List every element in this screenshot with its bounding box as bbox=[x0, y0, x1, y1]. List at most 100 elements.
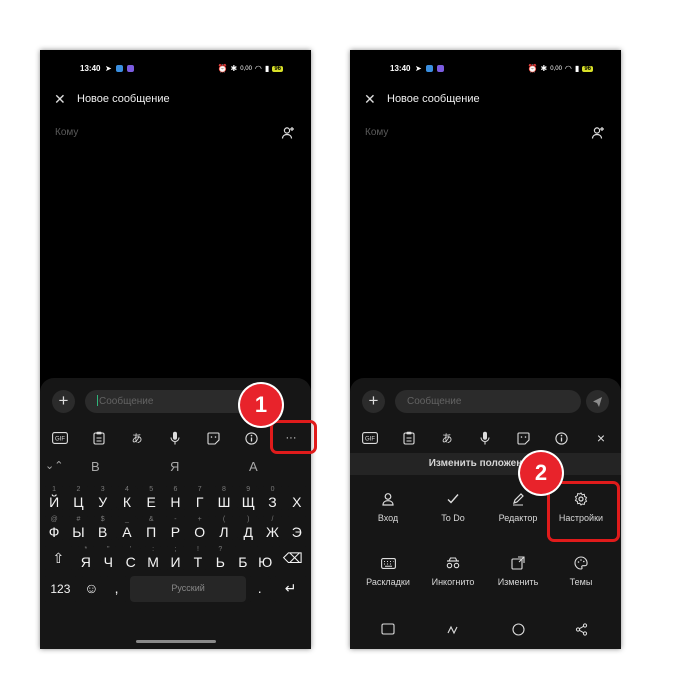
info-icon[interactable] bbox=[551, 428, 571, 448]
letter-key[interactable]: Б bbox=[232, 546, 253, 570]
clipboard-icon[interactable] bbox=[399, 428, 419, 448]
letter-key[interactable]: _ А bbox=[115, 516, 139, 540]
text-cursor bbox=[97, 395, 98, 406]
info-icon[interactable] bbox=[241, 428, 261, 448]
letter-key[interactable]: + О bbox=[188, 516, 211, 540]
keyboard-toolbar: GIF あ × bbox=[350, 428, 621, 448]
layouts-tile[interactable]: Раскладки bbox=[353, 552, 423, 594]
menu-tile-partial[interactable] bbox=[546, 618, 616, 638]
letter-key[interactable]: ' С bbox=[120, 546, 141, 570]
letter-key[interactable]: (Л bbox=[212, 516, 236, 540]
sticker-icon[interactable] bbox=[513, 428, 533, 448]
attach-button[interactable]: + bbox=[52, 390, 75, 413]
letter-key[interactable]: -Р bbox=[164, 516, 187, 540]
letter-key[interactable]: 0З bbox=[261, 486, 284, 510]
letter-key[interactable]: 7Г bbox=[188, 486, 211, 510]
emoji-key[interactable]: ☺ bbox=[79, 576, 103, 602]
page-title: Новое сообщение bbox=[387, 93, 480, 105]
letter-key[interactable]: :М bbox=[142, 546, 164, 570]
menu-tile-partial[interactable] bbox=[483, 618, 553, 638]
close-icon[interactable]: ✕ bbox=[364, 91, 376, 108]
screenshot-icon bbox=[353, 618, 423, 640]
letter-key[interactable]: " Ч bbox=[98, 546, 119, 570]
tile-label: Инкогнито bbox=[431, 577, 475, 587]
wifi-icon: ◠ bbox=[254, 64, 262, 73]
app-notification-icon bbox=[116, 65, 123, 72]
phone-screen-left: 13:40 ➤ ⏰ ✱ 0,00 ◠ ▮ 96 ✕ Новое сообщени… bbox=[40, 50, 311, 649]
letter-key[interactable]: ; И bbox=[165, 546, 186, 570]
close-menu-button[interactable]: × bbox=[591, 428, 611, 448]
letter-key[interactable]: & П bbox=[140, 516, 163, 540]
attach-button[interactable]: + bbox=[362, 390, 385, 413]
microphone-icon[interactable] bbox=[165, 428, 185, 448]
letter-key[interactable]: ! Т bbox=[187, 546, 209, 570]
editor-tile[interactable]: Редактор bbox=[483, 488, 553, 530]
suggestion-item[interactable]: В bbox=[91, 459, 100, 474]
themes-tile[interactable]: Темы bbox=[546, 552, 616, 594]
letter-key[interactable]: $ В bbox=[91, 516, 114, 540]
letter-key[interactable]: Ю bbox=[255, 546, 276, 570]
step-badge-1: 1 bbox=[240, 384, 282, 426]
gif-button[interactable]: GIF bbox=[50, 428, 70, 448]
close-icon[interactable]: ✕ bbox=[54, 91, 66, 108]
letter-key[interactable]: Э bbox=[285, 516, 308, 540]
letter-key[interactable]: * Я bbox=[75, 546, 97, 570]
letter-key[interactable]: 8Ш bbox=[212, 486, 236, 510]
add-contact-icon[interactable] bbox=[281, 126, 295, 145]
sticker-icon[interactable] bbox=[203, 428, 223, 448]
letter-key[interactable]: @ Ф bbox=[43, 516, 66, 540]
gif-button[interactable]: GIF bbox=[360, 428, 380, 448]
login-tile[interactable]: Вход bbox=[353, 488, 423, 530]
letter-key[interactable]: / Ж bbox=[261, 516, 284, 540]
collapse-keyboard-icon[interactable]: ⌄⌃ bbox=[45, 459, 63, 472]
send-button[interactable] bbox=[586, 390, 609, 413]
letter-key[interactable]: 9Щ bbox=[237, 486, 260, 510]
translate-icon[interactable]: あ bbox=[437, 428, 457, 448]
microphone-icon[interactable] bbox=[475, 428, 495, 448]
clipboard-icon[interactable] bbox=[89, 428, 109, 448]
compose-header: ✕ Новое сообщение bbox=[350, 90, 621, 108]
numbers-key[interactable]: 123 bbox=[43, 576, 78, 602]
recipient-placeholder: Кому bbox=[55, 127, 79, 138]
add-contact-icon[interactable] bbox=[591, 126, 605, 145]
letter-key[interactable]: ? Ь bbox=[210, 546, 231, 570]
incognito-tile[interactable]: Инкогнито bbox=[418, 552, 488, 594]
compose-header: ✕ Новое сообщение bbox=[40, 90, 311, 108]
menu-tile-partial[interactable] bbox=[353, 618, 423, 638]
message-input[interactable]: Сообщение bbox=[395, 390, 581, 413]
message-compose-bar: + Сообщение bbox=[362, 390, 609, 413]
comma-key[interactable]: , bbox=[104, 576, 129, 602]
letter-key[interactable]: 2Ц bbox=[67, 486, 90, 510]
suggestion-item[interactable]: Я bbox=[170, 459, 179, 474]
tile-label: Темы bbox=[569, 577, 593, 587]
space-key[interactable]: Русский bbox=[130, 576, 247, 602]
recipient-field[interactable]: Кому bbox=[54, 126, 297, 142]
shift-key[interactable]: ⇧ bbox=[43, 546, 74, 570]
key-hint: - bbox=[174, 516, 177, 523]
letter-key[interactable]: 6Н bbox=[164, 486, 187, 510]
key-letter: Й bbox=[49, 494, 60, 510]
key-hint: 0 bbox=[270, 486, 275, 493]
key-row-1: 1Й2Ц3У4К5Е6Н7Г8Ш9Щ0ЗХ bbox=[43, 486, 308, 510]
resize-tile[interactable]: Изменить bbox=[483, 552, 553, 594]
menu-tile-partial[interactable] bbox=[418, 618, 488, 638]
todo-tile[interactable]: To Do bbox=[418, 488, 488, 530]
letter-key[interactable]: # Ы bbox=[67, 516, 90, 540]
letter-key[interactable]: ) Д bbox=[237, 516, 260, 540]
status-bar: 13:40 ➤ ⏰ ✱ 0,00 ◠ ▮ 96 bbox=[350, 64, 621, 76]
key-hint: @ bbox=[50, 516, 58, 523]
letter-key[interactable]: Х bbox=[285, 486, 308, 510]
recipient-field[interactable]: Кому bbox=[364, 126, 607, 142]
enter-key[interactable]: ↵ bbox=[273, 576, 308, 602]
translate-icon[interactable]: あ bbox=[127, 428, 147, 448]
letter-key[interactable]: 4К bbox=[115, 486, 139, 510]
battery-indicator: 96 bbox=[272, 65, 283, 72]
letter-key[interactable]: 1Й bbox=[43, 486, 66, 510]
period-key[interactable]: . bbox=[248, 576, 272, 602]
letter-key[interactable]: 3У bbox=[91, 486, 114, 510]
reposition-banner[interactable]: Изменить положение э bbox=[350, 453, 621, 475]
backspace-key[interactable]: ⌫ bbox=[277, 546, 309, 570]
suggestion-item[interactable]: А bbox=[249, 459, 258, 474]
key-hint: 2 bbox=[76, 486, 81, 493]
letter-key[interactable]: 5Е bbox=[140, 486, 163, 510]
